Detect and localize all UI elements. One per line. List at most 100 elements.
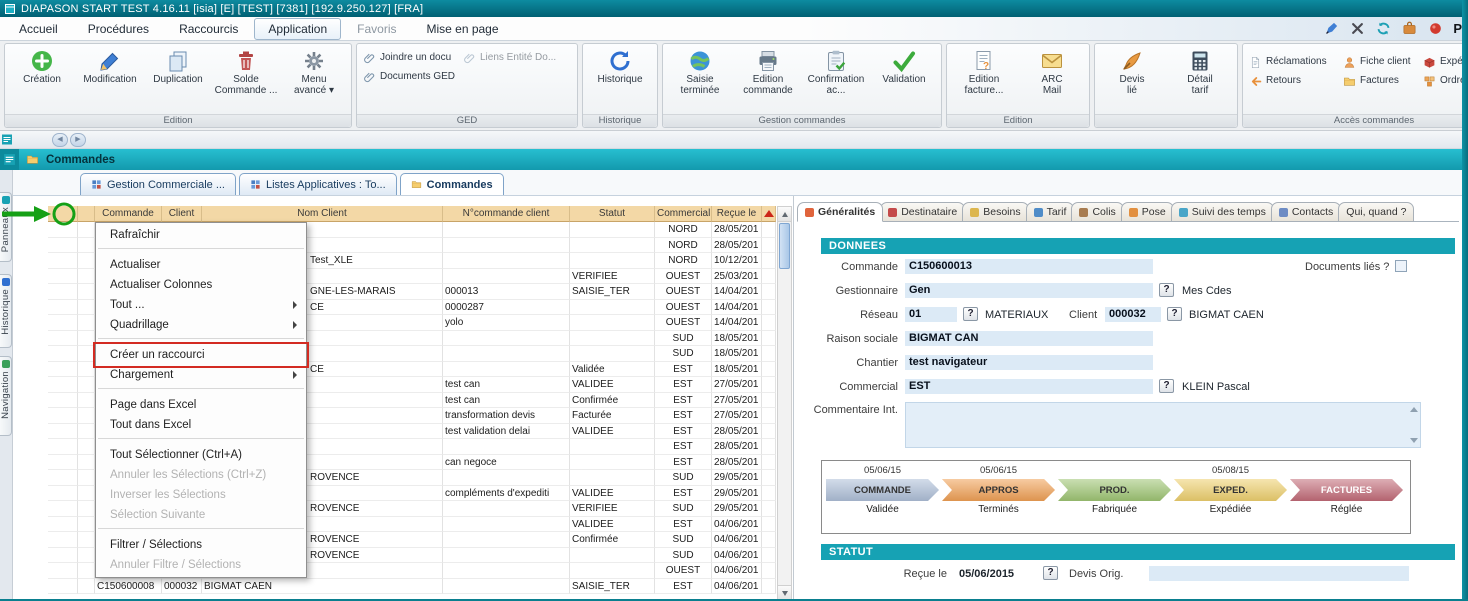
- refresh-icon[interactable]: [1376, 21, 1391, 36]
- raison-sociale-field[interactable]: BIGMAT CAN: [905, 331, 1153, 346]
- row-selector-cell[interactable]: [78, 455, 95, 471]
- row-selector-cell[interactable]: [78, 486, 95, 502]
- commande-field[interactable]: C150600013: [905, 259, 1153, 274]
- column-header-commercial[interactable]: Commercial: [655, 206, 712, 222]
- context-menu-item-tout[interactable]: Tout ...: [96, 295, 306, 315]
- menu-tab-favoris[interactable]: Favoris: [343, 18, 410, 40]
- scrollbar-up-button[interactable]: [778, 207, 791, 222]
- scrollbar-down-button[interactable]: [778, 585, 791, 600]
- row-selector-cell[interactable]: [78, 238, 95, 254]
- gestionnaire-field[interactable]: Gen: [905, 283, 1153, 298]
- menu-tab-raccourcis[interactable]: Raccourcis: [165, 18, 252, 40]
- ribbon-button-saisie-terminee[interactable]: Saisie terminée: [666, 46, 734, 107]
- ribbon-button-factures[interactable]: Factures: [1340, 72, 1420, 90]
- ribbon-button-historique[interactable]: Historique: [586, 46, 654, 107]
- record-icon[interactable]: [1428, 21, 1443, 36]
- ribbon-button-menu-avance[interactable]: Menu avancé ▾: [280, 46, 348, 107]
- detail-tab-suivi-des-temps[interactable]: Suivi des temps: [1171, 202, 1274, 222]
- column-header-recue-le[interactable]: Reçue le: [712, 206, 762, 222]
- row-selector-cell[interactable]: [78, 315, 95, 331]
- column-header-client[interactable]: Client: [162, 206, 202, 222]
- sidebar-tab-navigation[interactable]: Navigation: [0, 356, 12, 436]
- reseau-help-button[interactable]: ?: [963, 307, 978, 321]
- row-selector-header-cell[interactable]: [78, 206, 95, 222]
- ribbon-button-fiche-client[interactable]: Fiche client: [1340, 53, 1420, 71]
- scrollbar-thumb[interactable]: [779, 223, 790, 269]
- column-header-nom-client[interactable]: Nom Client: [202, 206, 443, 222]
- context-menu-item-actualiser[interactable]: Actualiser: [96, 255, 306, 275]
- context-menu-item-filtrer-selections[interactable]: Filtrer / Sélections: [96, 535, 306, 555]
- ribbon-button-retours[interactable]: Retours: [1246, 72, 1340, 90]
- ribbon-button-creation[interactable]: Création: [8, 46, 76, 107]
- sort-header-cell[interactable]: [762, 206, 776, 222]
- row-selector-cell[interactable]: [78, 548, 95, 564]
- ribbon-button-edition-facture[interactable]: ?Edition facture...: [950, 46, 1018, 107]
- close-icon[interactable]: [1350, 21, 1365, 36]
- detail-tab-destinataire[interactable]: Destinataire: [880, 202, 965, 222]
- panel-toggle-icon[interactable]: [1, 132, 13, 147]
- menu-tab-procedures[interactable]: Procédures: [74, 18, 163, 40]
- chantier-field[interactable]: test navigateur: [905, 355, 1153, 370]
- ribbon-button-joindre-un-docu[interactable]: Joindre un docu: [360, 49, 460, 67]
- detail-tab-generalites[interactable]: Généralités: [797, 202, 883, 222]
- back-button[interactable]: ◀: [52, 133, 68, 147]
- row-selector-cell[interactable]: [78, 393, 95, 409]
- ribbon-button-edition-commande[interactable]: Edition commande: [734, 46, 802, 107]
- row-selector-cell[interactable]: [78, 331, 95, 347]
- context-menu-item-chargement[interactable]: Chargement: [96, 365, 306, 385]
- corner-label[interactable]: P: [1453, 21, 1462, 36]
- sidebar-tab-historique[interactable]: Historique: [0, 274, 12, 348]
- reseau-field[interactable]: 01: [905, 307, 957, 322]
- row-selector-cell[interactable]: [78, 222, 95, 238]
- table-vertical-scrollbar[interactable]: [777, 206, 792, 601]
- context-menu-item-creer-un-raccourci[interactable]: Créer un raccourci: [96, 345, 306, 365]
- row-selector-cell[interactable]: [78, 346, 95, 362]
- column-header-n-commande-client[interactable]: N°commande client: [443, 206, 570, 222]
- row-selector-cell[interactable]: [78, 579, 95, 595]
- row-selector-cell[interactable]: [78, 439, 95, 455]
- context-menu-item-quadrillage[interactable]: Quadrillage: [96, 315, 306, 335]
- row-selector-cell[interactable]: [78, 563, 95, 579]
- row-selector-cell[interactable]: [78, 284, 95, 300]
- detail-tab-colis[interactable]: Colis: [1071, 202, 1123, 222]
- ribbon-button-expeditions[interactable]: Expéditions: [1420, 53, 1468, 71]
- commercial-field[interactable]: EST: [905, 379, 1153, 394]
- spinner-down-icon[interactable]: [1410, 438, 1418, 443]
- mes-cdes-label[interactable]: Mes Cdes: [1182, 285, 1232, 297]
- row-selector-cell[interactable]: [78, 377, 95, 393]
- commercial-help-button[interactable]: ?: [1159, 379, 1174, 393]
- row-selector-cell[interactable]: [78, 501, 95, 517]
- row-selector-cell[interactable]: [78, 269, 95, 285]
- document-tab-gestion-commerciale[interactable]: Gestion Commerciale ...: [80, 173, 236, 195]
- ribbon-button-reclamations[interactable]: Réclamations: [1246, 53, 1340, 71]
- client-help-button[interactable]: ?: [1167, 307, 1182, 321]
- row-selector-cell[interactable]: [78, 424, 95, 440]
- detail-tab-pose[interactable]: Pose: [1121, 202, 1174, 222]
- devis-orig-field[interactable]: [1149, 566, 1409, 581]
- recue-le-value[interactable]: 05/06/2015: [959, 568, 1014, 580]
- row-selector-cell[interactable]: [78, 470, 95, 486]
- ribbon-button-duplication[interactable]: Duplication: [144, 46, 212, 107]
- row-selector-cell[interactable]: [78, 253, 95, 269]
- sidebar-tab-panneaux[interactable]: Panneaux: [0, 192, 12, 262]
- detail-tab-qui-quand[interactable]: Qui, quand ?: [1338, 202, 1414, 222]
- context-menu-item-page-dans-excel[interactable]: Page dans Excel: [96, 395, 306, 415]
- detail-tab-besoins[interactable]: Besoins: [962, 202, 1028, 222]
- ribbon-button-documents-ged[interactable]: Documents GED: [360, 68, 460, 86]
- context-menu-item-tout-selectionner-ctrl-a[interactable]: Tout Sélectionner (Ctrl+A): [96, 445, 306, 465]
- palette-icon[interactable]: [1402, 21, 1417, 36]
- ribbon-button-validation[interactable]: Validation: [870, 46, 938, 107]
- menu-tab-accueil[interactable]: Accueil: [5, 18, 72, 40]
- column-header-statut[interactable]: Statut: [570, 206, 655, 222]
- context-menu-item-rafraichir[interactable]: Rafraîchir: [96, 225, 306, 245]
- ribbon-button-solde-commande[interactable]: Solde Commande ...: [212, 46, 280, 107]
- menu-tab-application[interactable]: Application: [254, 18, 341, 40]
- menu-tab-mise-en-page[interactable]: Mise en page: [412, 18, 512, 40]
- document-tab-commandes[interactable]: Commandes: [400, 173, 504, 195]
- row-selector-cell[interactable]: [78, 517, 95, 533]
- forward-button[interactable]: ▶: [70, 133, 86, 147]
- detail-tab-contacts[interactable]: Contacts: [1271, 202, 1341, 222]
- table-row[interactable]: C150600008000032BIGMAT CAENSAISIE_TEREST…: [48, 579, 777, 595]
- document-tab-listes-applicatives-to[interactable]: Listes Applicatives : To...: [239, 173, 397, 195]
- column-header-commande[interactable]: Commande: [95, 206, 162, 222]
